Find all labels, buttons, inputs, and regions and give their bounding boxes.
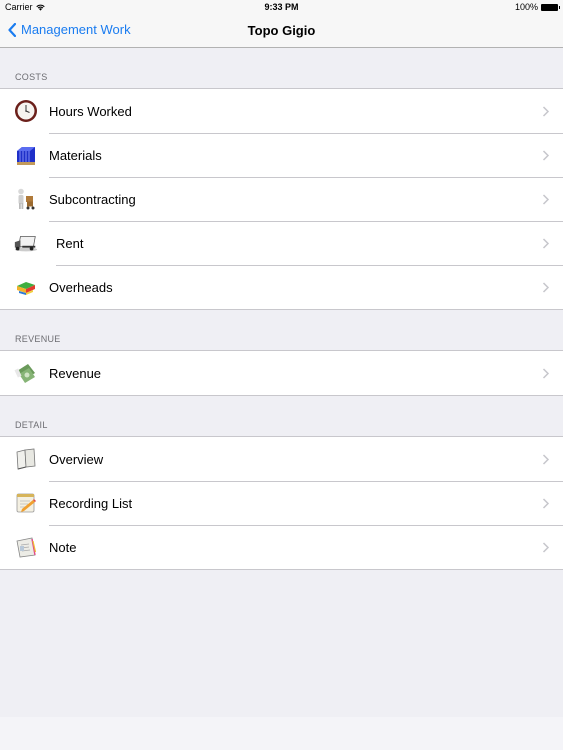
worker-hand-truck-icon [13, 186, 39, 212]
list-item-recording-list[interactable]: Recording List [0, 481, 563, 525]
list-item-label: Revenue [49, 365, 102, 381]
section-costs: Hours Worked Materials Subcontracting Re… [0, 88, 563, 310]
list-item-overheads[interactable]: Overheads [0, 265, 563, 309]
truck-icon [13, 230, 39, 256]
chevron-right-icon [542, 281, 550, 293]
list-item-label: Subcontracting [49, 191, 136, 207]
chevron-right-icon [542, 237, 550, 249]
section-header-costs: COSTS [15, 72, 48, 82]
chevron-right-icon [542, 453, 550, 465]
stacked-blocks-icon [13, 274, 39, 300]
clock-icon [13, 98, 39, 124]
list-item-label: Recording List [49, 495, 133, 511]
chevron-right-icon [542, 193, 550, 205]
list-item-label: Note [49, 539, 77, 555]
section-revenue: Revenue [0, 350, 563, 396]
book-icon [13, 446, 39, 472]
money-icon [13, 360, 39, 386]
status-bar: Carrier 9:33 PM 100% [0, 0, 563, 15]
clock-time: 9:33 PM [264, 2, 299, 12]
list-item-hours-worked[interactable]: Hours Worked [0, 89, 563, 133]
list-item-rent[interactable]: Rent [0, 221, 563, 265]
back-button-label: Management Work [21, 22, 131, 37]
chevron-right-icon [542, 367, 550, 379]
bottom-toolbar [0, 717, 563, 750]
list-item-subcontracting[interactable]: Subcontracting [0, 177, 563, 221]
list-item-label: Overheads [49, 279, 113, 295]
section-detail: Overview Recording List Note [0, 436, 563, 570]
list-item-revenue[interactable]: Revenue [0, 351, 563, 395]
list-item-note[interactable]: Note [0, 525, 563, 569]
chevron-right-icon [542, 105, 550, 117]
battery-indicator: 100% [514, 2, 560, 12]
back-button[interactable]: Management Work [8, 22, 131, 37]
list-item-label: Hours Worked [49, 103, 132, 119]
materials-pallet-icon [13, 142, 39, 168]
list-item-label: Rent [56, 235, 84, 251]
battery-percent: 100% [514, 2, 538, 12]
section-header-revenue: REVENUE [15, 334, 61, 344]
list-item-label: Overview [49, 451, 104, 467]
table-view: COSTS Hours Worked Materials Subcontract… [0, 48, 563, 570]
chevron-right-icon [542, 541, 550, 553]
list-item-overview[interactable]: Overview [0, 437, 563, 481]
chevron-right-icon [542, 497, 550, 509]
notebook-icon [13, 534, 39, 560]
list-item-label: Materials [49, 147, 102, 163]
section-header-detail: DETAIL [15, 420, 48, 430]
list-item-materials[interactable]: Materials [0, 133, 563, 177]
chevron-right-icon [542, 149, 550, 161]
navigation-bar: Management Work Topo Gigio [0, 15, 563, 48]
chevron-left-icon [8, 22, 16, 37]
notepad-pencil-icon [13, 490, 39, 516]
battery-icon [541, 3, 560, 11]
